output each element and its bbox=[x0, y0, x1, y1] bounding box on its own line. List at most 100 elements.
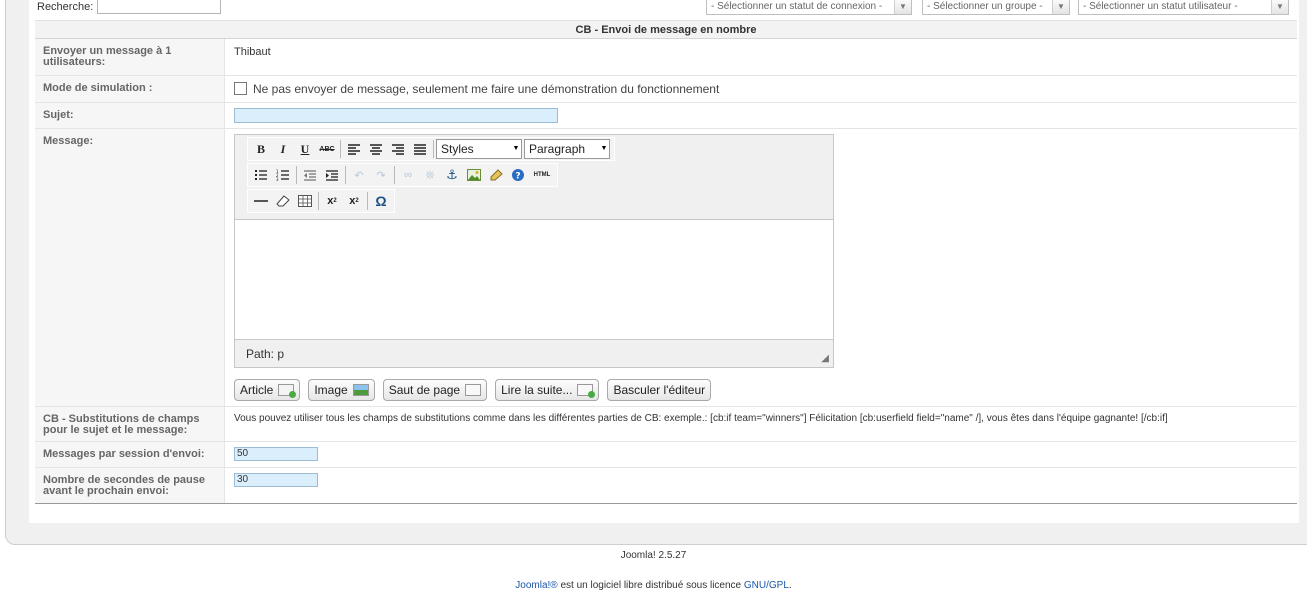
styles-select[interactable]: Styles ▼ bbox=[436, 139, 522, 159]
recipients-label: Envoyer un message à 1 utilisateurs: bbox=[35, 39, 225, 75]
toolbar-row-2: 123 ↶ ↷ ∞ ❊ ⚓ ? HTML bbox=[247, 163, 558, 187]
chevron-down-icon: ▼ bbox=[894, 0, 911, 14]
strikethrough-icon[interactable]: ABC bbox=[316, 139, 338, 159]
simulation-checkbox-label[interactable]: Ne pas envoyer de message, seulement me … bbox=[253, 82, 719, 96]
unlink-icon[interactable]: ❊ bbox=[419, 165, 441, 185]
toolbar-separator bbox=[345, 166, 346, 184]
group-select[interactable]: - Sélectionner un groupe - ▼ bbox=[922, 0, 1070, 15]
toolbar-separator bbox=[394, 166, 395, 184]
table-title: CB - Envoi de message en nombre bbox=[35, 20, 1297, 39]
recipients-row: Envoyer un message à 1 utilisateurs: Thi… bbox=[35, 39, 1297, 76]
editor-toolbar: B I U ABC Styles ▼ Paragraph ▼ 1 2 3 ↶ ↷… bbox=[235, 135, 833, 220]
html-icon[interactable]: HTML bbox=[529, 165, 555, 185]
align-center-icon[interactable] bbox=[365, 139, 387, 159]
special-char-icon[interactable]: Ω bbox=[370, 191, 392, 211]
undo-icon[interactable]: ↶ bbox=[348, 165, 370, 185]
numbered-list-icon[interactable]: 123 bbox=[272, 165, 294, 185]
table-icon[interactable] bbox=[294, 191, 316, 211]
recipients-value: Thibaut bbox=[234, 46, 271, 58]
resize-handle-icon[interactable]: ◢ bbox=[821, 353, 829, 364]
toolbar-separator bbox=[296, 166, 297, 184]
pagebreak-button-label: Saut de page bbox=[388, 383, 461, 397]
article-icon bbox=[278, 384, 297, 398]
subject-row: Sujet: bbox=[35, 103, 1297, 129]
svg-text:?: ? bbox=[515, 172, 520, 182]
toolbar-row-3: x2 x2 Ω bbox=[247, 189, 395, 213]
user-status-select[interactable]: - Sélectionner un statut utilisateur - ▼ bbox=[1078, 0, 1289, 15]
article-button[interactable]: Article bbox=[234, 379, 301, 401]
substitutions-help: Vous pouvez utiliser tous les champs de … bbox=[234, 413, 1168, 424]
format-select[interactable]: Paragraph ▼ bbox=[524, 139, 610, 159]
horizontal-rule-icon[interactable] bbox=[250, 191, 272, 211]
gpl-link[interactable]: GNU/GPL bbox=[744, 580, 789, 591]
toolbar-separator bbox=[433, 140, 434, 158]
anchor-icon[interactable]: ⚓ bbox=[441, 165, 463, 185]
subject-input[interactable] bbox=[234, 108, 558, 123]
align-justify-icon[interactable] bbox=[409, 139, 431, 159]
link-icon[interactable]: ∞ bbox=[397, 165, 419, 185]
toolbar-separator bbox=[367, 192, 368, 210]
article-button-label: Article bbox=[240, 383, 274, 397]
toggle-editor-button[interactable]: Basculer l'éditeur bbox=[607, 379, 712, 401]
simulation-label: Mode de simulation : bbox=[35, 76, 225, 102]
format-select-value: Paragraph bbox=[529, 142, 586, 156]
per-session-input[interactable]: 50 bbox=[234, 447, 318, 461]
substitutions-row: CB - Substitutions de champs pour le suj… bbox=[35, 407, 1297, 442]
connection-status-select[interactable]: - Sélectionner un statut de connexion - … bbox=[706, 0, 912, 15]
subscript-icon[interactable]: x2 bbox=[321, 191, 343, 211]
remove-format-icon[interactable] bbox=[272, 191, 294, 211]
pagebreak-button[interactable]: Saut de page bbox=[382, 379, 488, 401]
license-text: est un logiciel libre distribué sous lic… bbox=[557, 580, 744, 591]
pause-label: Nombre de secondes de pause avant le pro… bbox=[35, 468, 225, 503]
svg-text:3: 3 bbox=[276, 177, 279, 181]
group-value: - Sélectionner un groupe - bbox=[927, 1, 1043, 12]
per-session-row: Messages par session d'envoi: 50 bbox=[35, 442, 1297, 468]
readmore-button-label: Lire la suite... bbox=[501, 383, 573, 397]
align-left-icon[interactable] bbox=[343, 139, 365, 159]
editor-status-bar: Path: p ◢ bbox=[235, 339, 833, 367]
bullet-list-icon[interactable] bbox=[250, 165, 272, 185]
pause-row: Nombre de secondes de pause avant le pro… bbox=[35, 468, 1297, 504]
styles-select-value: Styles bbox=[441, 142, 474, 156]
outdent-icon[interactable] bbox=[299, 165, 321, 185]
chevron-down-icon: ▼ bbox=[1052, 0, 1069, 14]
help-icon[interactable]: ? bbox=[507, 165, 529, 185]
pagebreak-icon bbox=[465, 384, 482, 396]
license-footer: Joomla!® est un logiciel libre distribué… bbox=[0, 580, 1307, 591]
redo-icon[interactable]: ↷ bbox=[370, 165, 392, 185]
pause-input[interactable]: 30 bbox=[234, 473, 318, 487]
bold-icon[interactable]: B bbox=[250, 139, 272, 159]
substitutions-label: CB - Substitutions de champs pour le suj… bbox=[35, 407, 225, 441]
readmore-button[interactable]: Lire la suite... bbox=[495, 379, 600, 401]
simulation-checkbox[interactable] bbox=[234, 82, 247, 95]
html-icon-label: HTML bbox=[533, 172, 551, 178]
image-button[interactable]: Image bbox=[308, 379, 375, 401]
message-label: Message: bbox=[35, 129, 225, 406]
joomla-link[interactable]: Joomla!® bbox=[515, 580, 557, 591]
version-footer: Joomla! 2.5.27 bbox=[620, 550, 687, 561]
editor-buttons: Article Image Saut de page Lire la suite… bbox=[234, 379, 712, 401]
indent-icon[interactable] bbox=[321, 165, 343, 185]
search-label: Recherche: bbox=[37, 1, 94, 13]
main-panel: Recherche: - Sélectionner un statut de c… bbox=[5, 0, 1307, 545]
license-end: . bbox=[788, 580, 792, 591]
filter-bar: Recherche: - Sélectionner un statut de c… bbox=[29, 0, 1299, 21]
image-button-label: Image bbox=[314, 383, 348, 397]
toggle-editor-button-label: Basculer l'éditeur bbox=[613, 383, 706, 397]
underline-icon[interactable]: U bbox=[294, 139, 316, 159]
chevron-down-icon: ▼ bbox=[600, 145, 608, 152]
user-status-value: - Sélectionner un statut utilisateur - bbox=[1083, 1, 1238, 12]
superscript-icon[interactable]: x2 bbox=[343, 191, 365, 211]
image-icon[interactable] bbox=[463, 165, 485, 185]
connection-status-value: - Sélectionner un statut de connexion - bbox=[711, 1, 883, 12]
cleanup-icon[interactable] bbox=[485, 165, 507, 185]
align-right-icon[interactable] bbox=[387, 139, 409, 159]
italic-icon[interactable]: I bbox=[272, 139, 294, 159]
message-row: Message: B I U ABC Styles ▼ Paragraph ▼ … bbox=[35, 129, 1297, 407]
toolbar-separator bbox=[318, 192, 319, 210]
editor-content-area[interactable] bbox=[235, 221, 833, 339]
simulation-row: Mode de simulation : Ne pas envoyer de m… bbox=[35, 76, 1297, 103]
rich-text-editor: B I U ABC Styles ▼ Paragraph ▼ 1 2 3 ↶ ↷… bbox=[234, 134, 834, 368]
readmore-icon bbox=[577, 384, 596, 398]
search-input[interactable] bbox=[97, 0, 221, 14]
